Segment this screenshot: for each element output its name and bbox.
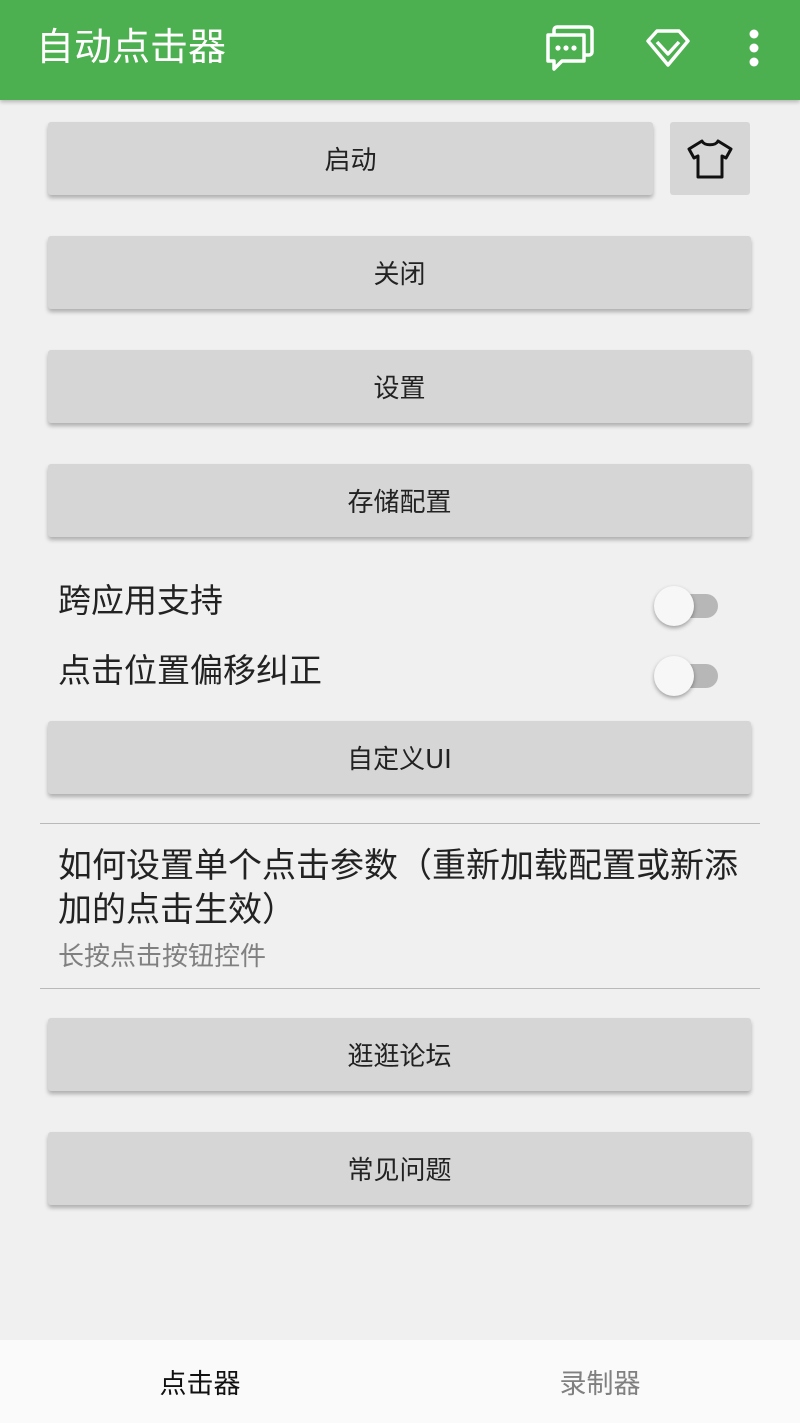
theme-button[interactable]: [670, 122, 750, 195]
cross-app-support-row: 跨应用支持: [58, 566, 738, 626]
faq-button[interactable]: 常见问题: [48, 1132, 751, 1205]
cross-app-support-label: 跨应用支持: [58, 581, 223, 620]
divider: [40, 823, 760, 824]
settings-button[interactable]: 设置: [48, 350, 751, 423]
tab-clicker[interactable]: 点击器: [0, 1340, 400, 1423]
shirt-icon: [687, 139, 733, 178]
switch-thumb: [654, 586, 694, 626]
click-offset-correction-switch[interactable]: [654, 654, 722, 698]
app-bar: 自动点击器: [0, 0, 800, 100]
switch-thumb: [654, 656, 694, 696]
app-title: 自动点击器: [36, 25, 227, 69]
click-offset-correction-label: 点击位置偏移纠正: [58, 651, 322, 690]
custom-ui-button[interactable]: 自定义UI: [48, 721, 751, 794]
more-vert-icon[interactable]: [724, 18, 784, 78]
close-button[interactable]: 关闭: [48, 236, 751, 309]
tab-recorder[interactable]: 录制器: [400, 1340, 800, 1423]
info-subtitle: 长按点击按钮控件: [58, 942, 267, 972]
info-title: 如何设置单个点击参数（重新加载配置或新添加的点击生效）: [58, 846, 738, 930]
forum-button[interactable]: 逛逛论坛: [48, 1018, 751, 1091]
store-config-button[interactable]: 存储配置: [48, 464, 751, 537]
divider: [40, 988, 760, 989]
bottom-nav: 点击器 录制器: [0, 1340, 800, 1423]
cross-app-support-switch[interactable]: [654, 584, 722, 628]
start-button[interactable]: 启动: [48, 122, 653, 195]
diamond-icon[interactable]: [638, 18, 698, 78]
click-offset-correction-row: 点击位置偏移纠正: [58, 636, 738, 696]
chat-icon[interactable]: [540, 18, 600, 78]
